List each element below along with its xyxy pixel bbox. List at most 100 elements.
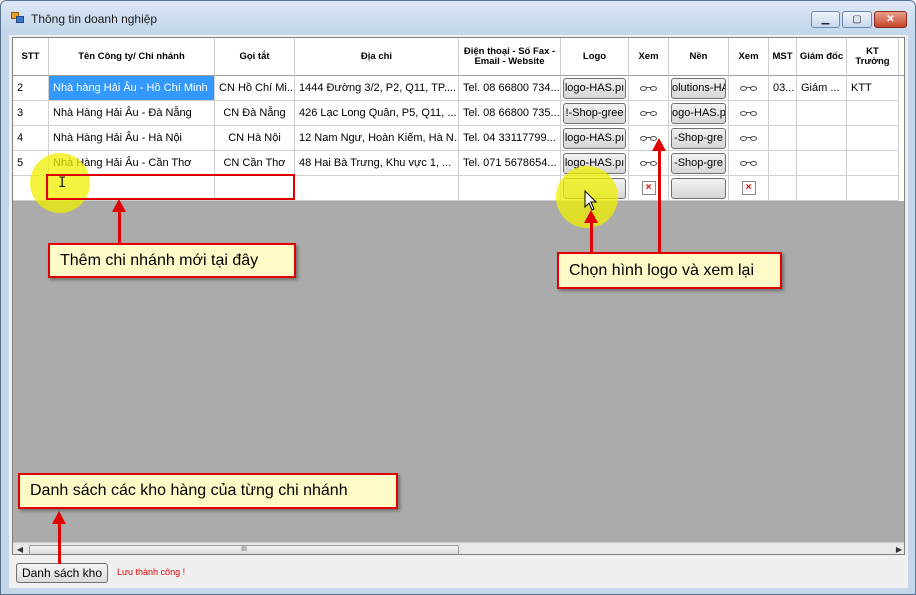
cell-director[interactable]	[797, 101, 847, 126]
window-title: Thông tin doanh nghiệp	[31, 12, 158, 26]
broken-image-icon[interactable]: ×	[741, 181, 756, 195]
cell-background: -Shop-gre	[669, 151, 729, 176]
cell-chief-accountant[interactable]	[847, 126, 899, 151]
new-tax-code-cell[interactable]	[769, 176, 797, 201]
cell-company-name[interactable]: Nhà hàng Hải Âu - Hồ Chí Minh	[49, 76, 215, 101]
glasses-icon[interactable]	[739, 109, 758, 118]
cell-logo: logo-HAS.pı	[561, 76, 629, 101]
header-contact[interactable]: Điện thoại - Số Fax - Email - Website	[459, 38, 561, 76]
logo-select-button[interactable]: !-Shop-gree	[563, 103, 626, 124]
arrow-up-icon	[52, 511, 66, 524]
cell-short-name[interactable]: CN Hà Nội	[215, 126, 295, 151]
header-chief-accountant[interactable]: KT Trưởng	[847, 38, 899, 76]
table-row[interactable]: 4 Nhà Hàng Hải Âu - Hà Nội CN Hà Nội 12 …	[13, 126, 904, 151]
cell-contact[interactable]: Tel. 071 5678654...	[459, 151, 561, 176]
arrow-line	[58, 522, 61, 564]
callout-add-branch: Thêm chi nhánh mới tại đây	[48, 243, 296, 278]
new-contact-cell[interactable]	[459, 176, 561, 201]
glasses-icon[interactable]	[639, 159, 658, 168]
cell-background	[669, 176, 729, 201]
cell-stt[interactable]: 4	[13, 126, 49, 151]
cell-view-background: ×	[729, 176, 769, 201]
header-view-background[interactable]: Xem	[729, 38, 769, 76]
cell-director[interactable]: Giám ...	[797, 76, 847, 101]
cell-address[interactable]: 1444 Đường 3/2, P2, Q11, TP....	[295, 76, 459, 101]
mouse-pointer-icon	[584, 190, 598, 211]
arrow-line	[658, 150, 661, 255]
header-logo[interactable]: Logo	[561, 38, 629, 76]
cell-contact[interactable]: Tel. 08 66800 734...	[459, 76, 561, 101]
status-message: Lưu thành công !	[117, 567, 186, 577]
cell-tax-code[interactable]	[769, 101, 797, 126]
warehouse-list-button[interactable]: Danh sách kho	[16, 563, 108, 583]
glasses-icon[interactable]	[739, 159, 758, 168]
cell-view-background	[729, 126, 769, 151]
cell-tax-code[interactable]	[769, 126, 797, 151]
cell-company-name[interactable]: Nhà Hàng Hải Âu - Đà Nẵng	[49, 101, 215, 126]
cell-contact[interactable]: Tel. 08 66800 735...	[459, 101, 561, 126]
glasses-icon[interactable]	[739, 84, 758, 93]
cell-director[interactable]	[797, 126, 847, 151]
header-tax-code[interactable]: MST	[769, 38, 797, 76]
new-director-cell[interactable]	[797, 176, 847, 201]
new-address-cell[interactable]	[295, 176, 459, 201]
arrow-line	[118, 210, 121, 243]
new-chief-accountant-cell[interactable]	[847, 176, 899, 201]
cell-chief-accountant[interactable]	[847, 151, 899, 176]
background-select-button[interactable]: -Shop-gre	[671, 128, 726, 149]
maximize-button[interactable]: ▢	[842, 11, 872, 28]
title-bar[interactable]: Thông tin doanh nghiệp ▁ ▢ ✕	[1, 1, 915, 35]
header-director[interactable]: Giám đốc	[797, 38, 847, 76]
cell-short-name[interactable]: CN Cần Thơ	[215, 151, 295, 176]
scroll-thumb[interactable]: III	[29, 545, 459, 554]
glasses-icon[interactable]	[739, 134, 758, 143]
close-button[interactable]: ✕	[874, 11, 907, 28]
broken-image-icon[interactable]: ×	[641, 181, 656, 195]
cell-chief-accountant[interactable]: KTT	[847, 76, 899, 101]
cell-address[interactable]: 426 Lạc Long Quân, P5, Q11, ...	[295, 101, 459, 126]
header-address[interactable]: Địa chỉ	[295, 38, 459, 76]
arrow-line	[590, 221, 593, 255]
background-select-button[interactable]: ogo-HAS.p	[671, 103, 726, 124]
scroll-left-icon[interactable]: ◀	[15, 545, 25, 554]
glasses-icon[interactable]	[639, 109, 658, 118]
new-background-select-button[interactable]	[671, 178, 726, 199]
cell-view-background	[729, 151, 769, 176]
header-short-name[interactable]: Gọi tắt	[215, 38, 295, 76]
logo-select-button[interactable]: logo-HAS.pı	[563, 128, 626, 149]
cell-address[interactable]: 12 Nam Ngư, Hoàn Kiếm, Hà N...	[295, 126, 459, 151]
background-select-button[interactable]: olutions-HA	[671, 78, 726, 99]
cell-stt[interactable]: 3	[13, 101, 49, 126]
scroll-right-icon[interactable]: ▶	[894, 545, 904, 554]
logo-select-button[interactable]: logo-HAS.pı	[563, 78, 626, 99]
header-background[interactable]: Nền	[669, 38, 729, 76]
cell-view-logo	[629, 76, 669, 101]
horizontal-scrollbar[interactable]: ◀ III ▶	[13, 542, 904, 554]
glasses-icon[interactable]	[639, 84, 658, 93]
table-row[interactable]: 5 Nhà Hàng Hải Âu - Cần Thơ CN Cần Thơ 4…	[13, 151, 904, 176]
cell-view-logo	[629, 151, 669, 176]
cell-tax-code[interactable]	[769, 151, 797, 176]
cell-short-name[interactable]: CN Hồ Chí Mi...	[215, 76, 295, 101]
header-company-name[interactable]: Tên Công ty/ Chi nhánh	[49, 38, 215, 76]
cell-stt[interactable]: 2	[13, 76, 49, 101]
cell-tax-code[interactable]: 03...	[769, 76, 797, 101]
cell-director[interactable]	[797, 151, 847, 176]
app-icon	[11, 12, 25, 24]
cell-logo: !-Shop-gree	[561, 101, 629, 126]
table-row[interactable]: 2 Nhà hàng Hải Âu - Hồ Chí Minh CN Hồ Ch…	[13, 76, 904, 101]
background-select-button[interactable]: -Shop-gre	[671, 153, 726, 174]
cell-view-background	[729, 101, 769, 126]
cell-view-logo: ×	[629, 176, 669, 201]
cell-chief-accountant[interactable]	[847, 101, 899, 126]
table-row[interactable]: 3 Nhà Hàng Hải Âu - Đà Nẵng CN Đà Nẵng 4…	[13, 101, 904, 126]
cell-company-name[interactable]: Nhà Hàng Hải Âu - Hà Nội	[49, 126, 215, 151]
grid-header: STT Tên Công ty/ Chi nhánh Gọi tắt Địa c…	[13, 38, 904, 76]
header-view-logo[interactable]: Xem	[629, 38, 669, 76]
minimize-button[interactable]: ▁	[811, 11, 840, 28]
cell-address[interactable]: 48 Hai Bà Trưng, Khu vực 1, ...	[295, 151, 459, 176]
callout-choose-logo: Chọn hình logo và xem lại	[557, 252, 782, 289]
cell-contact[interactable]: Tel. 04 33117799...	[459, 126, 561, 151]
header-stt[interactable]: STT	[13, 38, 49, 76]
cell-short-name[interactable]: CN Đà Nẵng	[215, 101, 295, 126]
